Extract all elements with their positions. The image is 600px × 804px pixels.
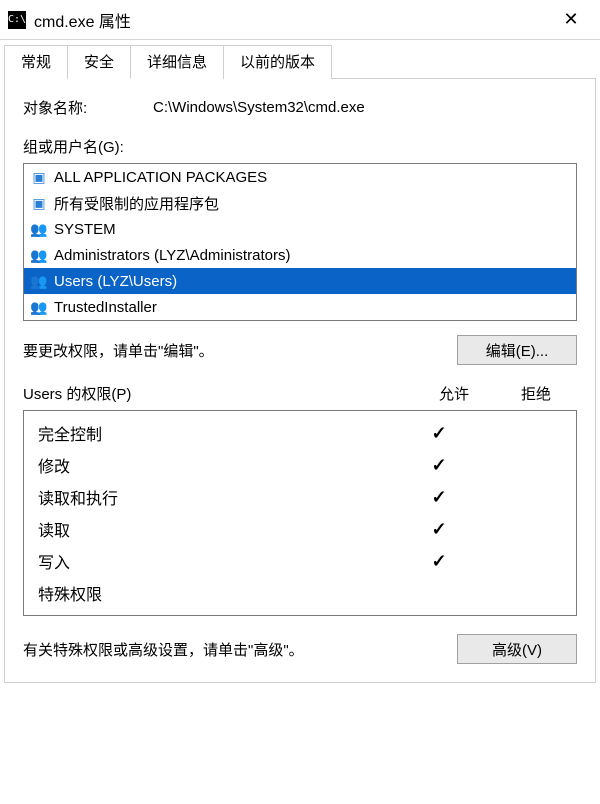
permission-row: 读取和执行 [24, 481, 576, 513]
permissions-header-name: Users 的权限(P) [23, 383, 413, 404]
principal-item[interactable]: ▣ 所有受限制的应用程序包 [24, 190, 576, 216]
package-icon: ▣ [30, 168, 48, 186]
permission-allow [398, 520, 480, 538]
permissions-header-deny: 拒绝 [495, 383, 577, 404]
app-icon: C:\ [8, 11, 26, 29]
user-group-icon: 👥 [30, 298, 48, 316]
permission-name: 写入 [38, 549, 398, 573]
permissions-header-allow: 允许 [413, 383, 495, 404]
user-group-icon: 👥 [30, 246, 48, 264]
object-name-value: C:\Windows\System32\cmd.exe [153, 99, 365, 116]
principal-name: 所有受限制的应用程序包 [54, 193, 219, 214]
principal-item[interactable]: 👥 SYSTEM [24, 216, 576, 242]
permission-row: 特殊权限 [24, 577, 576, 609]
permission-name: 修改 [38, 453, 398, 477]
permission-name: 特殊权限 [38, 581, 398, 605]
window-titlebar: C:\ cmd.exe 属性 ✕ [0, 0, 600, 40]
permission-allow [398, 488, 480, 506]
permission-row: 修改 [24, 449, 576, 481]
edit-button[interactable]: 编辑(E)... [457, 335, 577, 365]
principal-item[interactable]: 👥 Administrators (LYZ\Administrators) [24, 242, 576, 268]
principals-list[interactable]: ▣ ALL APPLICATION PACKAGES ▣ 所有受限制的应用程序包 👥 SY… [23, 163, 577, 321]
principal-name: ALL APPLICATION PACKAGES [54, 169, 267, 186]
user-group-icon: 👥 [30, 220, 48, 238]
principal-item[interactable]: 👥 Users (LYZ\Users) [24, 268, 576, 294]
principal-item[interactable]: ▣ ALL APPLICATION PACKAGES [24, 164, 576, 190]
tab-page-security: 对象名称: C:\Windows\System32\cmd.exe 组或用户名(… [4, 78, 596, 683]
close-button[interactable]: ✕ [548, 0, 594, 40]
tab-details[interactable]: 详细信息 [131, 45, 224, 79]
permissions-header: Users 的权限(P) 允许 拒绝 [23, 383, 577, 404]
package-icon: ▣ [30, 194, 48, 212]
close-icon: ✕ [563, 9, 578, 30]
principal-name: TrustedInstaller [54, 299, 157, 316]
permission-row: 读取 [24, 513, 576, 545]
permission-name: 完全控制 [38, 421, 398, 445]
permission-allow [398, 424, 480, 442]
principal-name: Administrators (LYZ\Administrators) [54, 247, 290, 264]
permission-allow [398, 456, 480, 474]
permission-row: 写入 [24, 545, 576, 577]
window-title: cmd.exe 属性 [34, 8, 548, 32]
tab-previous-versions[interactable]: 以前的版本 [224, 45, 332, 79]
advanced-hint-text: 有关特殊权限或高级设置，请单击"高级"。 [23, 639, 304, 660]
principal-name: SYSTEM [54, 221, 116, 238]
permissions-list: 完全控制修改读取和执行读取写入特殊权限 [23, 410, 577, 616]
principal-name: Users (LYZ\Users) [54, 273, 177, 290]
permission-row: 完全控制 [24, 417, 576, 449]
tab-strip: 常规 安全 详细信息 以前的版本 [4, 44, 596, 78]
tab-general[interactable]: 常规 [4, 45, 68, 79]
permission-name: 读取和执行 [38, 485, 398, 509]
advanced-button[interactable]: 高级(V) [457, 634, 577, 664]
tab-security[interactable]: 安全 [68, 45, 131, 79]
user-group-icon: 👥 [30, 272, 48, 290]
object-name-label: 对象名称: [23, 97, 153, 118]
permission-allow [398, 552, 480, 570]
principal-item[interactable]: 👥 TrustedInstaller [24, 294, 576, 320]
edit-hint-text: 要更改权限，请单击"编辑"。 [23, 340, 214, 361]
group-or-users-label: 组或用户名(G): [23, 136, 577, 157]
permission-name: 读取 [38, 517, 398, 541]
object-name-row: 对象名称: C:\Windows\System32\cmd.exe [23, 97, 577, 118]
